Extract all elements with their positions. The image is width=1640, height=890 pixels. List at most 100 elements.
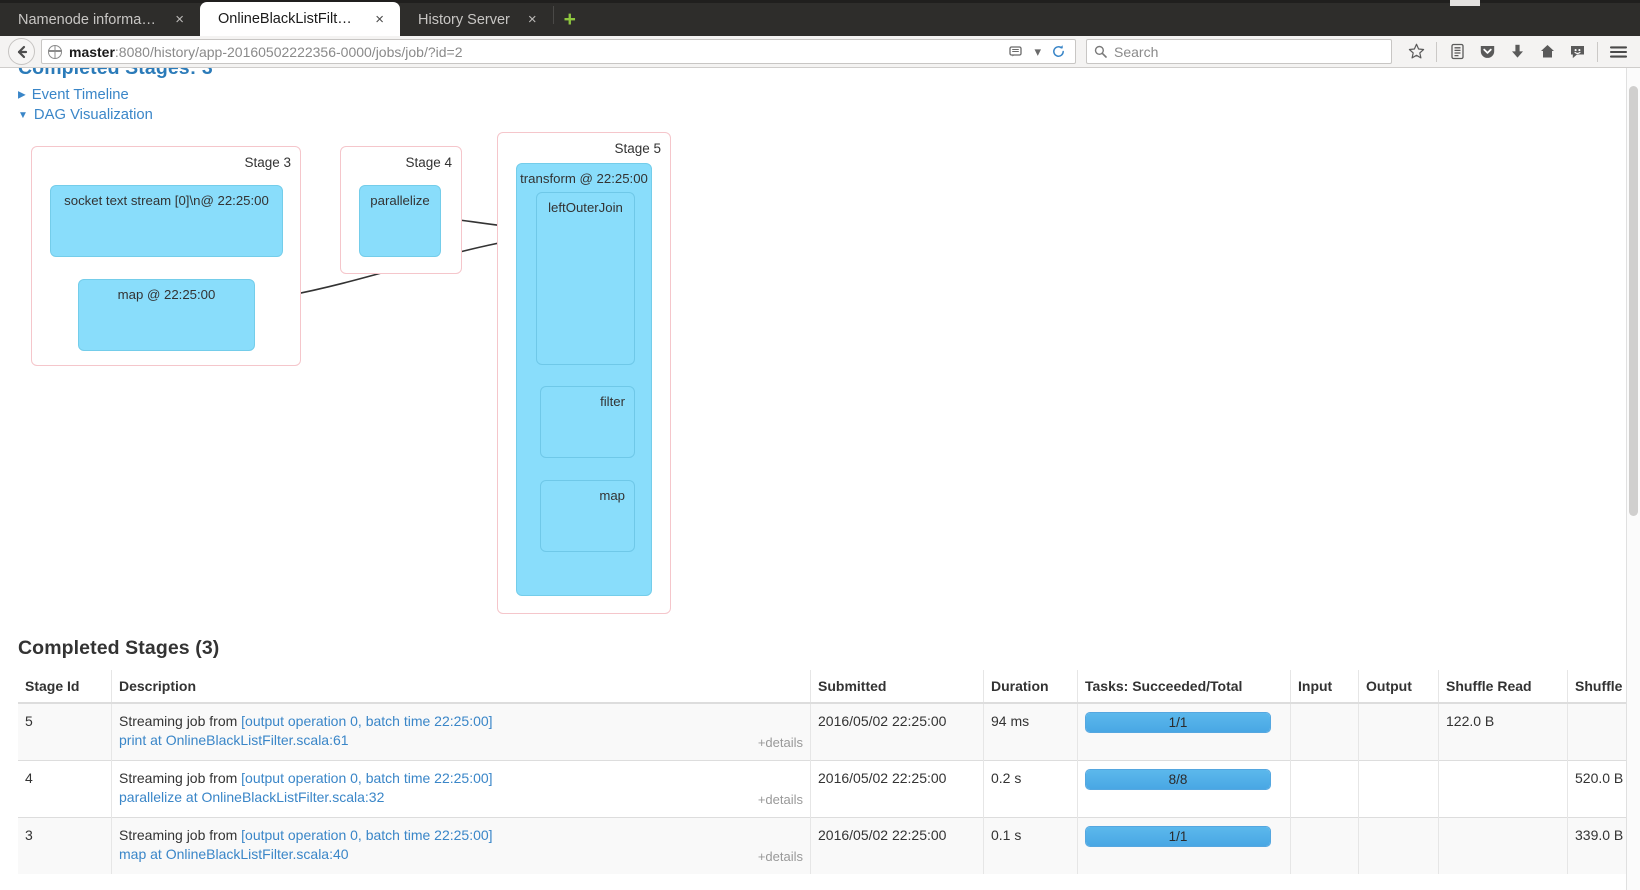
reader-glyph	[1009, 45, 1023, 56]
toggle-event-timeline[interactable]: ▶ Event Timeline	[18, 86, 1609, 105]
close-icon[interactable]: ×	[524, 10, 541, 29]
description-batch-link[interactable]: [output operation 0, batch time 22:25:00…	[241, 827, 492, 843]
toolbar-divider	[1436, 41, 1437, 62]
cell-input	[1290, 817, 1359, 874]
downloads-icon[interactable]	[1503, 39, 1531, 65]
description-prefix: Streaming job from	[119, 770, 242, 786]
dag-rdd-parallelize[interactable]: parallelize	[359, 185, 441, 257]
column-header-output[interactable]: Output	[1358, 670, 1439, 704]
cell-output	[1358, 817, 1439, 874]
url-text: master:8080/history/app-20160502222356-0…	[69, 44, 1000, 60]
back-arrow-icon	[17, 45, 27, 58]
bookmark-star-icon[interactable]	[1402, 39, 1430, 65]
table-row: 3 Streaming job from [output operation 0…	[18, 817, 1640, 874]
completed-stages-title: Completed Stages (3)	[18, 637, 220, 659]
details-toggle[interactable]: +details	[758, 847, 803, 866]
cell-output	[1358, 702, 1439, 761]
description-call-site-link[interactable]: parallelize at OnlineBlackListFilter.sca…	[119, 789, 384, 805]
cell-tasks: 8/8	[1077, 760, 1291, 818]
tasks-progress-bar: 8/8	[1085, 769, 1271, 790]
cell-stage-id: 5	[18, 702, 112, 761]
browser-tab-namenode-information[interactable]: Namenode information ×	[0, 3, 200, 36]
details-toggle[interactable]: +details	[758, 733, 803, 752]
tasks-progress-bar: 1/1	[1085, 712, 1271, 733]
dag-rdd-filter[interactable]: filter	[540, 386, 635, 458]
column-header-input[interactable]: Input	[1290, 670, 1359, 704]
dag-rdd-transform[interactable]: transform @ 22:25:00 leftOuterJoin filte…	[516, 163, 652, 596]
column-header-shuffle-read[interactable]: Shuffle Read	[1438, 670, 1568, 704]
page-scrollbar[interactable]	[1626, 68, 1640, 890]
table-row: 5 Streaming job from [output operation 0…	[18, 702, 1640, 761]
dag-rdd-label: parallelize	[370, 193, 430, 208]
dag-rdd-left-outer-join[interactable]: leftOuterJoin	[536, 192, 635, 365]
cell-description: Streaming job from [output operation 0, …	[111, 702, 811, 761]
close-icon[interactable]: ×	[171, 10, 188, 29]
url-path: :8080/history/app-20160502222356-0000/jo…	[114, 43, 463, 60]
dag-visualization-canvas: Stage 3 socket text stream [0]\n@ 22:25:…	[18, 132, 1609, 637]
dag-stage-5[interactable]: Stage 5 transform @ 22:25:00 leftOuterJo…	[497, 132, 671, 614]
table-header-row: Stage Id Description Submitted Duration …	[18, 670, 1640, 704]
address-bar[interactable]: master:8080/history/app-20160502222356-0…	[41, 39, 1076, 64]
new-tab-button[interactable]: +	[554, 9, 586, 36]
column-header-tasks[interactable]: Tasks: Succeeded/Total	[1077, 670, 1291, 704]
cell-shuffle-read: 122.0 B	[1438, 702, 1568, 761]
home-glyph	[1540, 45, 1554, 58]
dag-rdd-socket-text-stream[interactable]: socket text stream [0]\n@ 22:25:00	[50, 185, 283, 257]
pocket-icon[interactable]	[1473, 39, 1501, 65]
toggle-dag-visualization[interactable]: ▼ DAG Visualization	[18, 106, 1609, 125]
cell-input	[1290, 760, 1359, 818]
spark-job-page: Completed Stages: 3 ▶ Event Timeline ▼ D…	[0, 68, 1640, 874]
download-arrow-glyph	[1511, 44, 1523, 58]
dag-visualization-label: DAG Visualization	[33, 107, 153, 123]
page-viewport: Completed Stages: 3 ▶ Event Timeline ▼ D…	[0, 68, 1640, 890]
dag-rdd-map-stage3[interactable]: map @ 22:25:00	[78, 279, 255, 351]
hamburger-glyph	[1609, 45, 1627, 58]
dag-rdd-label: map	[599, 488, 625, 503]
dag-rdd-label: transform @ 22:25:00	[520, 171, 648, 186]
reader-mode-icon[interactable]	[1006, 45, 1027, 59]
scrollbar-thumb[interactable]	[1629, 86, 1638, 516]
browser-tab-history-server[interactable]: History Server ×	[400, 3, 553, 36]
toolbar-divider	[1597, 41, 1598, 62]
dag-stage-4[interactable]: Stage 4 parallelize	[340, 146, 462, 274]
dag-stage-3[interactable]: Stage 3 socket text stream [0]\n@ 22:25:…	[31, 146, 301, 366]
window-minimize-button[interactable]	[1450, 0, 1480, 6]
event-timeline-label: Event Timeline	[31, 87, 129, 103]
search-bar[interactable]: Search	[1086, 39, 1392, 64]
description-prefix: Streaming job from	[119, 827, 242, 843]
description-line-1: Streaming job from [output operation 0, …	[119, 769, 758, 788]
table-header: Stage Id Description Submitted Duration …	[18, 670, 1640, 704]
column-header-description[interactable]: Description	[111, 670, 811, 704]
sync-chat-icon[interactable]	[1563, 39, 1591, 65]
column-header-duration[interactable]: Duration	[983, 670, 1078, 704]
pocket-glyph	[1480, 46, 1494, 58]
reader-list-icon[interactable]	[1443, 39, 1471, 65]
description-prefix: Streaming job from	[119, 713, 242, 729]
reload-icon[interactable]	[1048, 44, 1069, 59]
cell-submitted: 2016/05/02 22:25:00	[810, 817, 984, 874]
back-button[interactable]	[8, 38, 35, 65]
cell-duration: 94 ms	[983, 702, 1078, 761]
browser-tab-onlineblacklistfilter[interactable]: OnlineBlackListFilter - ... ×	[200, 2, 400, 36]
cell-tasks: 1/1	[1077, 702, 1291, 761]
column-header-submitted[interactable]: Submitted	[810, 670, 984, 704]
completed-stages-table: Stage Id Description Submitted Duration …	[18, 670, 1640, 874]
url-host: master	[69, 43, 115, 60]
menu-icon[interactable]	[1604, 39, 1632, 65]
browser-tool-icons	[1402, 39, 1632, 65]
description-batch-link[interactable]: [output operation 0, batch time 22:25:00…	[241, 770, 492, 786]
description-call-site-link[interactable]: map at OnlineBlackListFilter.scala:40	[119, 846, 349, 862]
dag-rdd-label: socket text stream [0]\n@ 22:25:00	[64, 193, 269, 208]
tab-title: OnlineBlackListFilter - ...	[218, 11, 357, 27]
tab-title: Namenode information	[18, 11, 158, 28]
cell-submitted: 2016/05/02 22:25:00	[810, 760, 984, 818]
details-toggle[interactable]: +details	[758, 790, 803, 809]
description-batch-link[interactable]: [output operation 0, batch time 22:25:00…	[241, 713, 492, 729]
chevron-down-icon[interactable]: ▾	[1031, 44, 1044, 60]
description-call-site-link[interactable]: print at OnlineBlackListFilter.scala:61	[119, 732, 349, 748]
column-header-stage-id[interactable]: Stage Id	[18, 670, 112, 704]
close-icon[interactable]: ×	[371, 10, 388, 29]
dag-rdd-map-stage5[interactable]: map	[540, 480, 635, 552]
home-icon[interactable]	[1533, 39, 1561, 65]
cell-input	[1290, 702, 1359, 761]
